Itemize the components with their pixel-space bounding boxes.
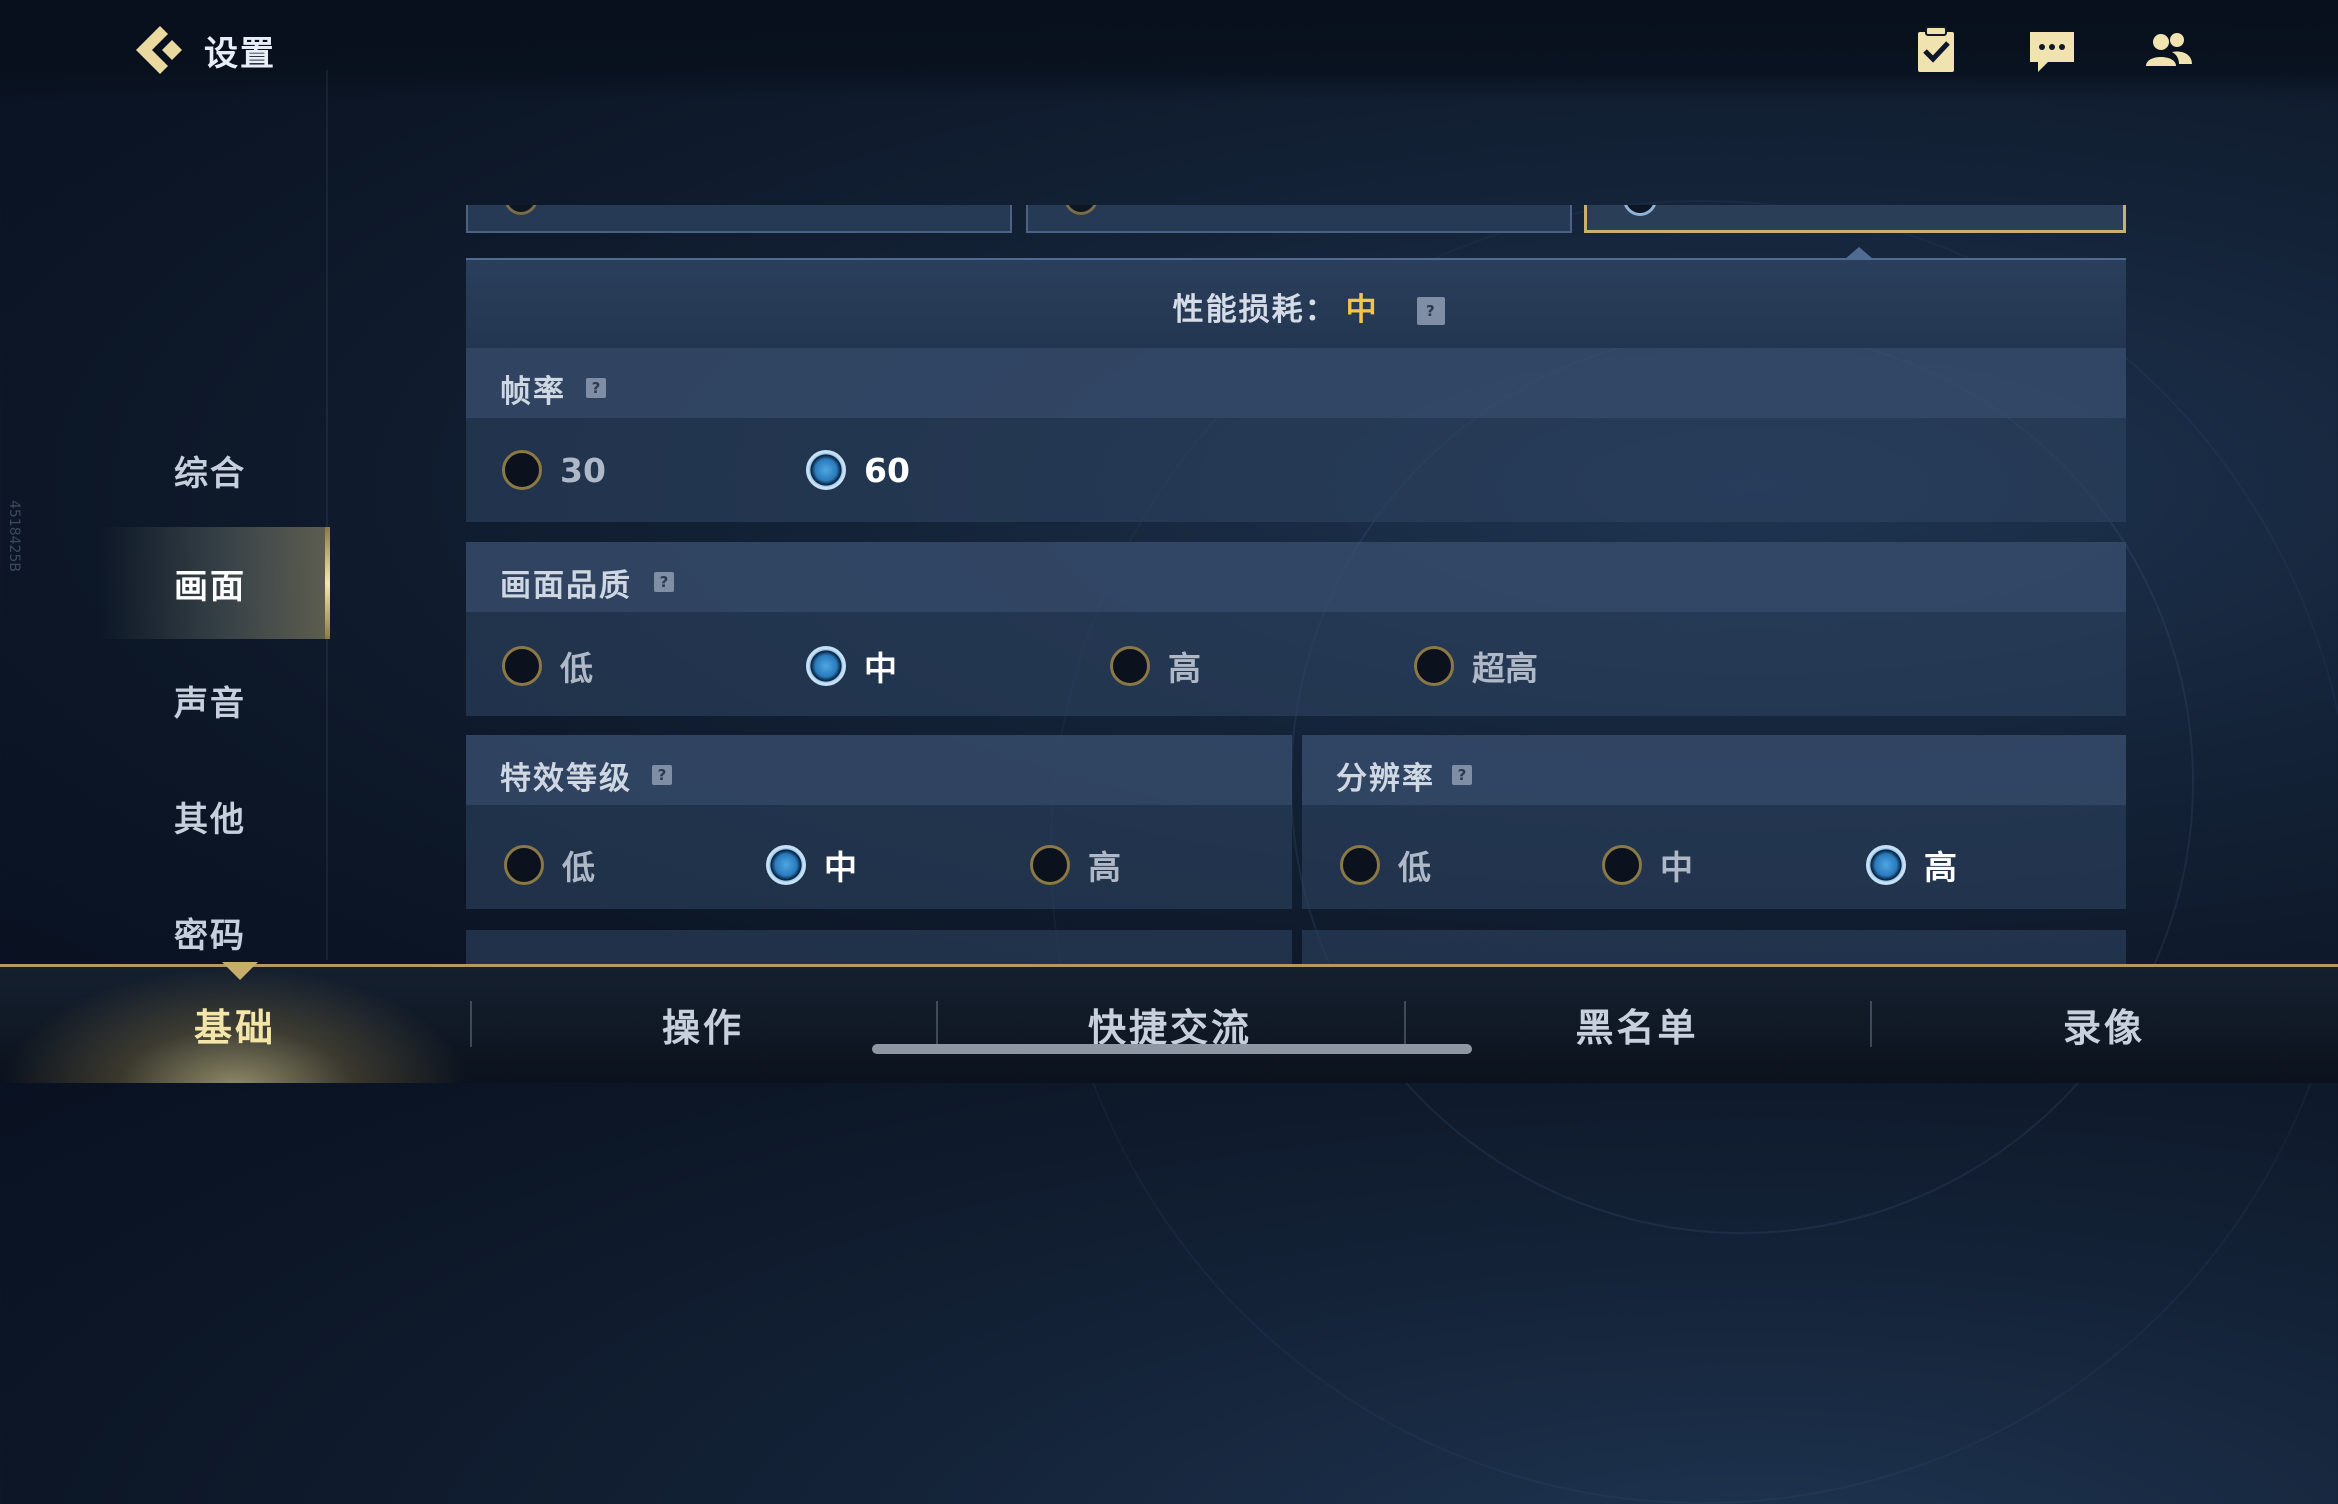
radio-button (1110, 646, 1150, 686)
back-arrow-icon (136, 26, 182, 74)
option-label: 高 (1168, 649, 1201, 688)
sidebar: 综合 画面 声音 其他 密码 (0, 160, 330, 960)
radio-button-selected (1866, 845, 1906, 885)
resolution-option-high[interactable]: 高 (1866, 841, 1957, 889)
sidebar-item-label: 画面 (174, 566, 246, 607)
effects-title: 特效等级 (500, 761, 632, 797)
quality-option-high[interactable]: 高 (1110, 642, 1201, 690)
next-section-partial (1302, 930, 2126, 964)
preset-radio (1064, 205, 1098, 215)
section-header: 画面品质 ? (466, 542, 2126, 612)
option-label: 低 (560, 649, 593, 688)
sidebar-item-label: 密码 (174, 915, 246, 956)
top-bar: 设置 (0, 0, 2338, 100)
frame-rate-help-icon[interactable]: ? (586, 378, 606, 398)
tasks-button[interactable] (1910, 24, 1962, 76)
effects-help-icon[interactable]: ? (652, 765, 672, 785)
back-button[interactable] (130, 22, 190, 78)
sidebar-item-label: 其他 (174, 799, 246, 840)
preset-strip (466, 205, 2126, 233)
radio-button (1602, 845, 1642, 885)
resolution-title: 分辨率 (1336, 761, 1435, 797)
preset-option-custom[interactable] (1584, 205, 2126, 233)
radio-button-selected (806, 646, 846, 686)
radio-button (1414, 646, 1454, 686)
frame-rate-section: 帧率 ? 30 60 (466, 348, 2126, 522)
section-header: 帧率 ? (466, 348, 2126, 418)
section-header: 分辨率 ? (1302, 735, 2126, 805)
option-label: 中 (824, 848, 857, 887)
performance-cost-label: 性能损耗： (1172, 292, 1338, 328)
sidebar-item-display[interactable]: 画面 (100, 527, 330, 639)
preset-option-performance[interactable] (1026, 205, 1572, 233)
page-title: 设置 (204, 34, 276, 74)
resolution-help-icon[interactable]: ? (1452, 765, 1472, 785)
quality-title: 画面品质 (500, 568, 632, 604)
quality-option-medium[interactable]: 中 (806, 642, 897, 690)
performance-cost: 性能损耗：中 ? (466, 284, 2126, 329)
effects-option-low[interactable]: 低 (504, 841, 595, 889)
preset-option-quality[interactable] (466, 205, 1012, 233)
effects-option-high[interactable]: 高 (1030, 841, 1121, 889)
sidebar-item-general[interactable]: 综合 (100, 414, 330, 526)
resolution-option-low[interactable]: 低 (1340, 841, 1431, 889)
preset-radio (504, 205, 538, 215)
option-label: 中 (1660, 848, 1693, 887)
radio-button-selected (806, 450, 846, 490)
tab-label: 基础 (193, 1005, 276, 1050)
preset-radio (1623, 205, 1657, 216)
option-label: 高 (1924, 848, 1957, 887)
sidebar-item-label: 综合 (174, 453, 246, 494)
friends-button[interactable] (2142, 24, 2194, 76)
radio-button (1030, 845, 1070, 885)
frame-rate-option-30[interactable]: 30 (502, 450, 606, 490)
option-label: 中 (864, 649, 897, 688)
home-indicator[interactable] (872, 1044, 1472, 1054)
tab-replay[interactable]: 录像 (1870, 967, 2338, 1083)
section-header: 特效等级 ? (466, 735, 1292, 805)
clipboard-check-icon (1918, 26, 1954, 72)
radio-button (504, 845, 544, 885)
friends-icon (2146, 33, 2192, 66)
tab-controls[interactable]: 操作 (470, 967, 936, 1083)
sidebar-item-label: 声音 (174, 683, 246, 724)
effects-section: 特效等级 ? 低 中 高 (466, 735, 1292, 909)
performance-cost-value: 中 (1345, 292, 1379, 328)
next-section-partial (466, 930, 1292, 964)
option-label: 30 (560, 450, 606, 490)
performance-cost-row: 性能损耗：中 ? (466, 258, 2126, 348)
radio-button (1340, 845, 1380, 885)
option-label: 超高 (1472, 649, 1538, 688)
radio-button (502, 450, 542, 490)
option-label: 低 (562, 848, 595, 887)
bottom-tab-bar: 基础 操作 快捷交流 黑名单 录像 (0, 964, 2338, 1083)
tab-label: 录像 (2062, 1005, 2145, 1050)
performance-help-icon[interactable]: ? (1417, 297, 1446, 325)
chat-button[interactable] (2026, 24, 2078, 76)
radio-button (502, 646, 542, 686)
frame-rate-title: 帧率 (500, 374, 566, 410)
tab-basic[interactable]: 基础 (0, 967, 470, 1083)
resolution-option-medium[interactable]: 中 (1602, 841, 1693, 889)
option-label: 高 (1088, 848, 1121, 887)
effects-option-medium[interactable]: 中 (766, 841, 857, 889)
tab-label: 操作 (661, 1005, 744, 1050)
tab-label: 黑名单 (1575, 1005, 1699, 1050)
option-label: 60 (864, 450, 910, 490)
sidebar-item-other[interactable]: 其他 (100, 760, 330, 872)
resolution-section: 分辨率 ? 低 中 高 (1302, 735, 2126, 909)
sidebar-item-sound[interactable]: 声音 (100, 644, 330, 756)
quality-section: 画面品质 ? 低 中 高 超高 (466, 542, 2126, 716)
option-label: 低 (1398, 848, 1431, 887)
quality-option-low[interactable]: 低 (502, 642, 593, 690)
quality-option-ultra[interactable]: 超高 (1414, 642, 1538, 690)
frame-rate-option-60[interactable]: 60 (806, 450, 910, 490)
quality-help-icon[interactable]: ? (654, 572, 674, 592)
active-tab-marker (222, 962, 258, 980)
chat-icon (2030, 32, 2074, 72)
tab-blacklist[interactable]: 黑名单 (1404, 967, 1870, 1083)
tab-quick-chat[interactable]: 快捷交流 (936, 967, 1404, 1083)
radio-button-selected (766, 845, 806, 885)
